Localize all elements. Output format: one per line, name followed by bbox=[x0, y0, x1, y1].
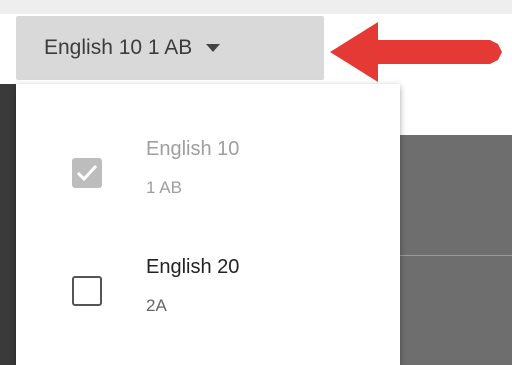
option-subtitle: 1 AB bbox=[146, 178, 182, 197]
dropdown-option-english-10[interactable]: English 10 1 AB bbox=[16, 126, 400, 226]
class-selector-label: English 10 1 AB bbox=[44, 36, 193, 59]
option-subtitle: 2A bbox=[146, 296, 167, 315]
option-checkbox-checked[interactable] bbox=[72, 158, 102, 188]
left-edge-background bbox=[0, 84, 16, 365]
caret-down-icon[interactable] bbox=[206, 44, 221, 52]
class-dropdown-menu: English 10 1 AB English 20 2A bbox=[16, 84, 400, 365]
top-bar-background bbox=[0, 0, 512, 14]
option-title: English 10 bbox=[146, 138, 240, 160]
option-title: English 20 bbox=[146, 256, 240, 278]
option-checkbox-unchecked[interactable] bbox=[72, 276, 102, 306]
class-selector-button[interactable]: English 10 1 AB bbox=[16, 16, 324, 80]
dropdown-option-english-20[interactable]: English 20 2A bbox=[16, 244, 400, 344]
checkmark-icon bbox=[76, 164, 98, 182]
red-arrow-icon bbox=[330, 22, 502, 82]
